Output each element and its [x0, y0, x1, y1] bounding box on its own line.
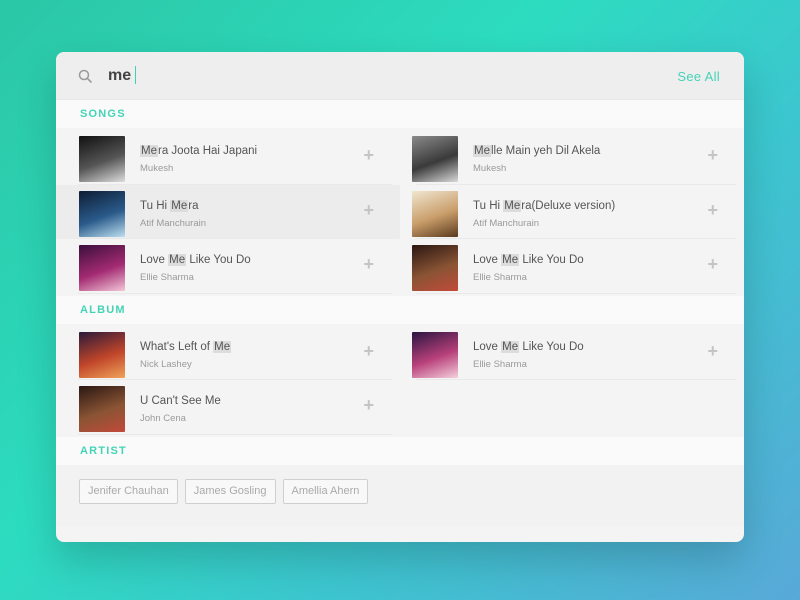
text-caret	[135, 66, 136, 84]
artist-name: John Cena	[140, 413, 186, 424]
plus-icon[interactable]: +	[707, 254, 718, 275]
search-icon	[78, 69, 92, 83]
artist-name: Mukesh	[140, 163, 174, 174]
plus-icon[interactable]: +	[363, 395, 374, 416]
artist-name: Ellie Sharma	[473, 358, 527, 370]
artist-section-header: ARTIST	[56, 436, 744, 465]
songs-title: Mera Joota Hai Japani	[140, 145, 257, 157]
row-divider	[416, 292, 736, 294]
album-cover-image	[79, 331, 125, 378]
title-text: U Can't See Me	[140, 395, 221, 407]
songs-item[interactable]: Love Me Like You Do Ellie Sharma +	[400, 239, 744, 294]
songs-item[interactable]: Mera Joota Hai Japani Mukesh +	[56, 130, 400, 185]
plus-icon[interactable]: +	[363, 254, 374, 275]
songs-item[interactable]: Tu Hi Mera Atif Manchurain +	[56, 184, 400, 239]
title-text: ra(Deluxe version)	[521, 199, 616, 212]
title-text: Like You Do	[519, 254, 584, 266]
artist-chip[interactable]: Jenifer Chauhan	[79, 478, 178, 504]
album-cover-image	[79, 190, 125, 237]
album-cover-image	[412, 331, 458, 378]
songs-item[interactable]: Tu Hi Mera(Deluxe version) Atif Manchurai…	[400, 185, 744, 239]
match-highlight: Me	[168, 254, 187, 266]
match-highlight: Me	[140, 145, 158, 157]
match-highlight: Me	[473, 145, 491, 157]
artist-name: Atif Manchurain	[140, 217, 207, 229]
row-divider	[416, 379, 736, 380]
album-cover-image	[79, 136, 125, 182]
match-highlight: Me	[170, 199, 189, 212]
match-highlight: Me	[503, 199, 522, 212]
albums-title: Love Me Like You Do	[473, 340, 584, 353]
artist-chip-row: Jenifer Chauhan James Gosling Amellia Aher…	[56, 465, 744, 504]
match-highlight: Me	[213, 340, 232, 353]
artist-area: Jenifer Chauhan James Gosling Amellia Aher…	[56, 464, 744, 527]
songs-item[interactable]: Melle Main yeh Dil Akela Mukesh +	[400, 130, 744, 185]
artist-name: Atif Manchurain	[473, 217, 540, 229]
row-divider	[78, 433, 392, 435]
artist-name: Mukesh	[473, 163, 507, 174]
songs-title: Love Me Like You Do	[140, 254, 251, 266]
title-text: lle Main yeh Dil Akela	[490, 145, 601, 157]
album-section-header: ALBUM	[56, 295, 744, 324]
plus-icon[interactable]: +	[707, 145, 718, 166]
songs-title: Tu Hi Mera(Deluxe version)	[473, 199, 616, 212]
match-highlight: Me	[501, 340, 520, 353]
title-text: Like You Do	[186, 254, 251, 266]
album-cover-image	[79, 245, 125, 291]
title-text: Love	[473, 254, 502, 266]
albums-grid: What's Left of Me Nick Lashey + Love Me Lik…	[56, 324, 744, 437]
search-input[interactable]: me	[108, 67, 131, 85]
title-text: What's Left of	[140, 340, 214, 353]
albums-item[interactable]: U Can't See Me John Cena +	[56, 380, 400, 435]
album-cover-image	[412, 136, 458, 182]
search-bar: me See All	[56, 52, 744, 100]
plus-icon[interactable]: +	[707, 200, 718, 221]
plus-icon[interactable]: +	[707, 341, 718, 362]
artist-name: Ellie Sharma	[140, 272, 194, 283]
title-text: ra	[188, 199, 199, 212]
album-cover-image	[79, 386, 125, 432]
album-cover-image	[412, 245, 458, 291]
albums-item[interactable]: What's Left of Me Nick Lashey +	[56, 326, 400, 380]
title-text: Like You Do	[519, 340, 584, 353]
songs-title: Tu Hi Mera	[140, 199, 199, 212]
search-results-panel: me See All SONGS Mera Joota Hai Japani Mu…	[56, 52, 744, 542]
albums-item[interactable]: Love Me Like You Do Ellie Sharma +	[400, 326, 744, 380]
songs-section-header: SONGS	[56, 100, 744, 128]
plus-icon[interactable]: +	[363, 200, 374, 221]
albums-title: U Can't See Me	[140, 395, 221, 407]
artist-chip[interactable]: Amellia Ahern	[282, 478, 369, 504]
row-divider	[78, 292, 392, 294]
artist-chip[interactable]: James Gosling	[184, 478, 276, 504]
artist-name: Nick Lashey	[140, 358, 192, 370]
title-text: ra Joota Hai Japani	[157, 145, 258, 157]
songs-grid: Mera Joota Hai Japani Mukesh + Melle Main y…	[56, 128, 744, 296]
album-cover-image	[412, 190, 458, 237]
songs-item[interactable]: Love Me Like You Do Ellie Sharma +	[56, 239, 400, 294]
title-text: Love	[473, 340, 502, 353]
artist-name: Ellie Sharma	[473, 272, 527, 283]
match-highlight: Me	[501, 254, 520, 266]
see-all-link[interactable]: See All	[677, 69, 720, 84]
songs-title: Melle Main yeh Dil Akela	[473, 145, 600, 157]
title-text: Tu Hi	[473, 199, 504, 212]
plus-icon[interactable]: +	[363, 341, 374, 362]
title-text: Tu Hi	[140, 199, 171, 212]
songs-title: Love Me Like You Do	[473, 254, 584, 266]
albums-title: What's Left of Me	[140, 340, 232, 353]
title-text: Love	[140, 254, 169, 266]
plus-icon[interactable]: +	[363, 145, 374, 166]
